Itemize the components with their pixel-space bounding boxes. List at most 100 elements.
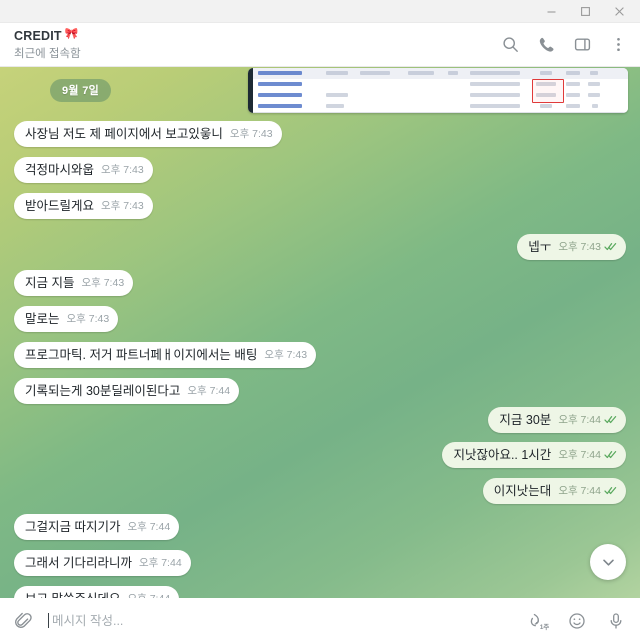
message-composer[interactable]: 1주 (0, 598, 640, 643)
message-text: 말로는 (25, 312, 60, 326)
message-meta: 오후 7:43 (101, 162, 144, 177)
message-text: 걱정마시와웁 (25, 163, 95, 177)
message-timestamp: 오후 7:44 (558, 449, 601, 461)
message-text: 지금 30분 (499, 413, 552, 427)
message-timestamp: 오후 7:44 (138, 557, 182, 569)
window-titlebar (0, 0, 640, 23)
message-meta: 오후 7:43 (101, 198, 144, 213)
message-text: 넵ㅜ (528, 240, 552, 254)
peer-status: 최근에 접속함 (14, 47, 81, 60)
outgoing-message-bubble[interactable]: 넵ㅜ 오후 7:43 (517, 234, 626, 260)
message-row: 넵ㅜ 오후 7:43 (517, 234, 626, 260)
message-ttl-label: 1주 (539, 624, 549, 631)
message-timestamp: 오후 7:43 (81, 277, 125, 289)
message-meta: 오후 7:44 (127, 591, 170, 598)
photo-message[interactable] (248, 68, 628, 113)
composer-actions: 1주 (527, 610, 626, 631)
read-receipt-icon (604, 242, 617, 251)
message-row: 말로는 오후 7:43 (14, 306, 119, 332)
message-meta: 오후 7:43 (81, 275, 124, 290)
outgoing-message-bubble[interactable]: 이지낫는대 오후 7:44 (482, 478, 626, 504)
outgoing-message-bubble[interactable]: 지금 30분 오후 7:44 (488, 407, 626, 433)
incoming-message-bubble[interactable]: 기록되는게 30분딜레이된다고 오후 7:44 (14, 378, 240, 404)
message-timestamp: 오후 7:44 (558, 485, 601, 497)
peer-info[interactable]: CREDIT 🎀 최근에 접속함 (14, 29, 500, 61)
peer-name: CREDIT (14, 28, 62, 43)
message-timestamp: 오후 7:43 (229, 128, 273, 140)
read-receipt-icon (604, 450, 617, 459)
incoming-message-bubble[interactable]: 프로그마틱. 저거 파트너페ㅐ이지에서는 배팅 오후 7:43 (14, 342, 317, 368)
spreadsheet-screenshot (248, 68, 628, 113)
message-timestamp: 오후 7:43 (264, 349, 308, 361)
read-receipt-icon (604, 415, 617, 424)
incoming-message-bubble[interactable]: 지금 지들 오후 7:43 (14, 270, 134, 296)
message-meta: 오후 7:44 (139, 555, 182, 570)
message-input[interactable] (52, 613, 517, 628)
incoming-message-bubble[interactable]: 받아드릴게요 오후 7:43 (14, 193, 153, 219)
message-text: 지낫잖아요.. 1시간 (453, 448, 552, 462)
message-text: 받아드릴게요 (25, 199, 95, 213)
scroll-to-bottom-button[interactable] (590, 544, 626, 580)
sidebar-icon[interactable] (572, 35, 592, 55)
message-row: 그걸지금 따지기가 오후 7:44 (14, 514, 180, 540)
close-icon[interactable] (602, 0, 636, 22)
message-timestamp: 오후 7:43 (101, 164, 144, 176)
message-row: 받아드릴게요 오후 7:43 (14, 193, 153, 219)
message-row: 사장님 저도 제 페이지에서 보고있읗니 오후 7:43 (14, 121, 282, 147)
incoming-message-bubble[interactable]: 말로는 오후 7:43 (14, 306, 119, 332)
incoming-message-bubble[interactable]: 걱정마시와웁 오후 7:43 (14, 157, 153, 183)
text-caret (48, 613, 49, 628)
message-row: 프로그마틱. 저거 파트너페ㅐ이지에서는 배팅 오후 7:43 (14, 342, 317, 368)
peer-name-row: CREDIT 🎀 (14, 29, 500, 43)
message-row: 이지낫는대 오후 7:44 (482, 478, 626, 504)
telegram-desktop-window: CREDIT 🎀 최근에 접속함 9월 7일 사장님 저도 제 페이지에서 보고… (0, 0, 640, 643)
message-ttl-icon[interactable]: 1주 (527, 610, 549, 631)
message-text: 이지낫는대 (493, 484, 552, 498)
incoming-message-bubble[interactable]: 보고 말씀주신데요 오후 7:44 (14, 586, 180, 598)
message-meta: 오후 7:44 (127, 519, 170, 534)
message-text: 프로그마틱. 저거 파트너페ㅐ이지에서는 배팅 (25, 348, 258, 362)
incoming-message-bubble[interactable]: 그래서 기다리라니까 오후 7:44 (14, 550, 191, 576)
maximize-icon[interactable] (568, 0, 602, 22)
message-text: 지금 지들 (25, 276, 75, 290)
message-row: 보고 말씀주신데요 오후 7:44 (14, 586, 180, 598)
message-meta: 오후 7:44 (558, 483, 617, 498)
message-list[interactable]: 9월 7일 사장님 저도 제 페이지에서 보고있읗니 오후 7:43 걱정마시와웁 오… (0, 67, 640, 598)
read-receipt-icon (604, 486, 617, 495)
message-row: 지금 지들 오후 7:43 (14, 270, 134, 296)
date-divider: 9월 7일 (50, 79, 112, 102)
message-meta: 오후 7:44 (558, 412, 617, 427)
message-text: 기록되는게 30분딜레이된다고 (25, 384, 181, 398)
message-timestamp: 오후 7:43 (558, 241, 601, 253)
message-scroll-container[interactable]: 9월 7일 사장님 저도 제 페이지에서 보고있읗니 오후 7:43 걱정마시와웁 오… (0, 67, 640, 598)
message-meta: 오후 7:43 (264, 347, 307, 362)
message-row: 기록되는게 30분딜레이된다고 오후 7:44 (14, 378, 240, 404)
message-timestamp: 오후 7:43 (101, 200, 144, 212)
search-icon[interactable] (500, 35, 520, 55)
more-menu-icon[interactable] (608, 35, 628, 55)
emoji-icon[interactable] (566, 610, 587, 631)
message-timestamp: 오후 7:44 (187, 385, 231, 397)
message-input-wrapper[interactable] (44, 613, 517, 628)
message-row: 지낫잖아요.. 1시간 오후 7:44 (442, 442, 626, 468)
message-meta: 오후 7:44 (187, 383, 230, 398)
message-meta: 오후 7:43 (230, 126, 273, 141)
message-text: 그걸지금 따지기가 (25, 520, 121, 534)
message-timestamp: 오후 7:44 (558, 414, 601, 426)
message-meta: 오후 7:43 (67, 311, 110, 326)
microphone-icon[interactable] (605, 610, 626, 631)
outgoing-message-bubble[interactable]: 지낫잖아요.. 1시간 오후 7:44 (442, 442, 626, 468)
message-text: 보고 말씀주신데요 (25, 591, 120, 598)
message-timestamp: 오후 7:44 (127, 521, 171, 533)
call-icon[interactable] (536, 35, 556, 55)
message-row: 지금 30분 오후 7:44 (488, 407, 626, 433)
incoming-message-bubble[interactable]: 사장님 저도 제 페이지에서 보고있읗니 오후 7:43 (14, 121, 282, 147)
incoming-message-bubble[interactable]: 그걸지금 따지기가 오후 7:44 (14, 514, 180, 540)
minimize-icon[interactable] (534, 0, 568, 22)
message-row: 걱정마시와웁 오후 7:43 (14, 157, 153, 183)
chat-header[interactable]: CREDIT 🎀 최근에 접속함 (0, 23, 640, 67)
message-timestamp: 오후 7:44 (127, 591, 170, 598)
attachment-icon[interactable] (12, 610, 34, 632)
message-text: 사장님 저도 제 페이지에서 보고있읗니 (25, 127, 223, 141)
message-meta: 오후 7:44 (558, 447, 617, 462)
